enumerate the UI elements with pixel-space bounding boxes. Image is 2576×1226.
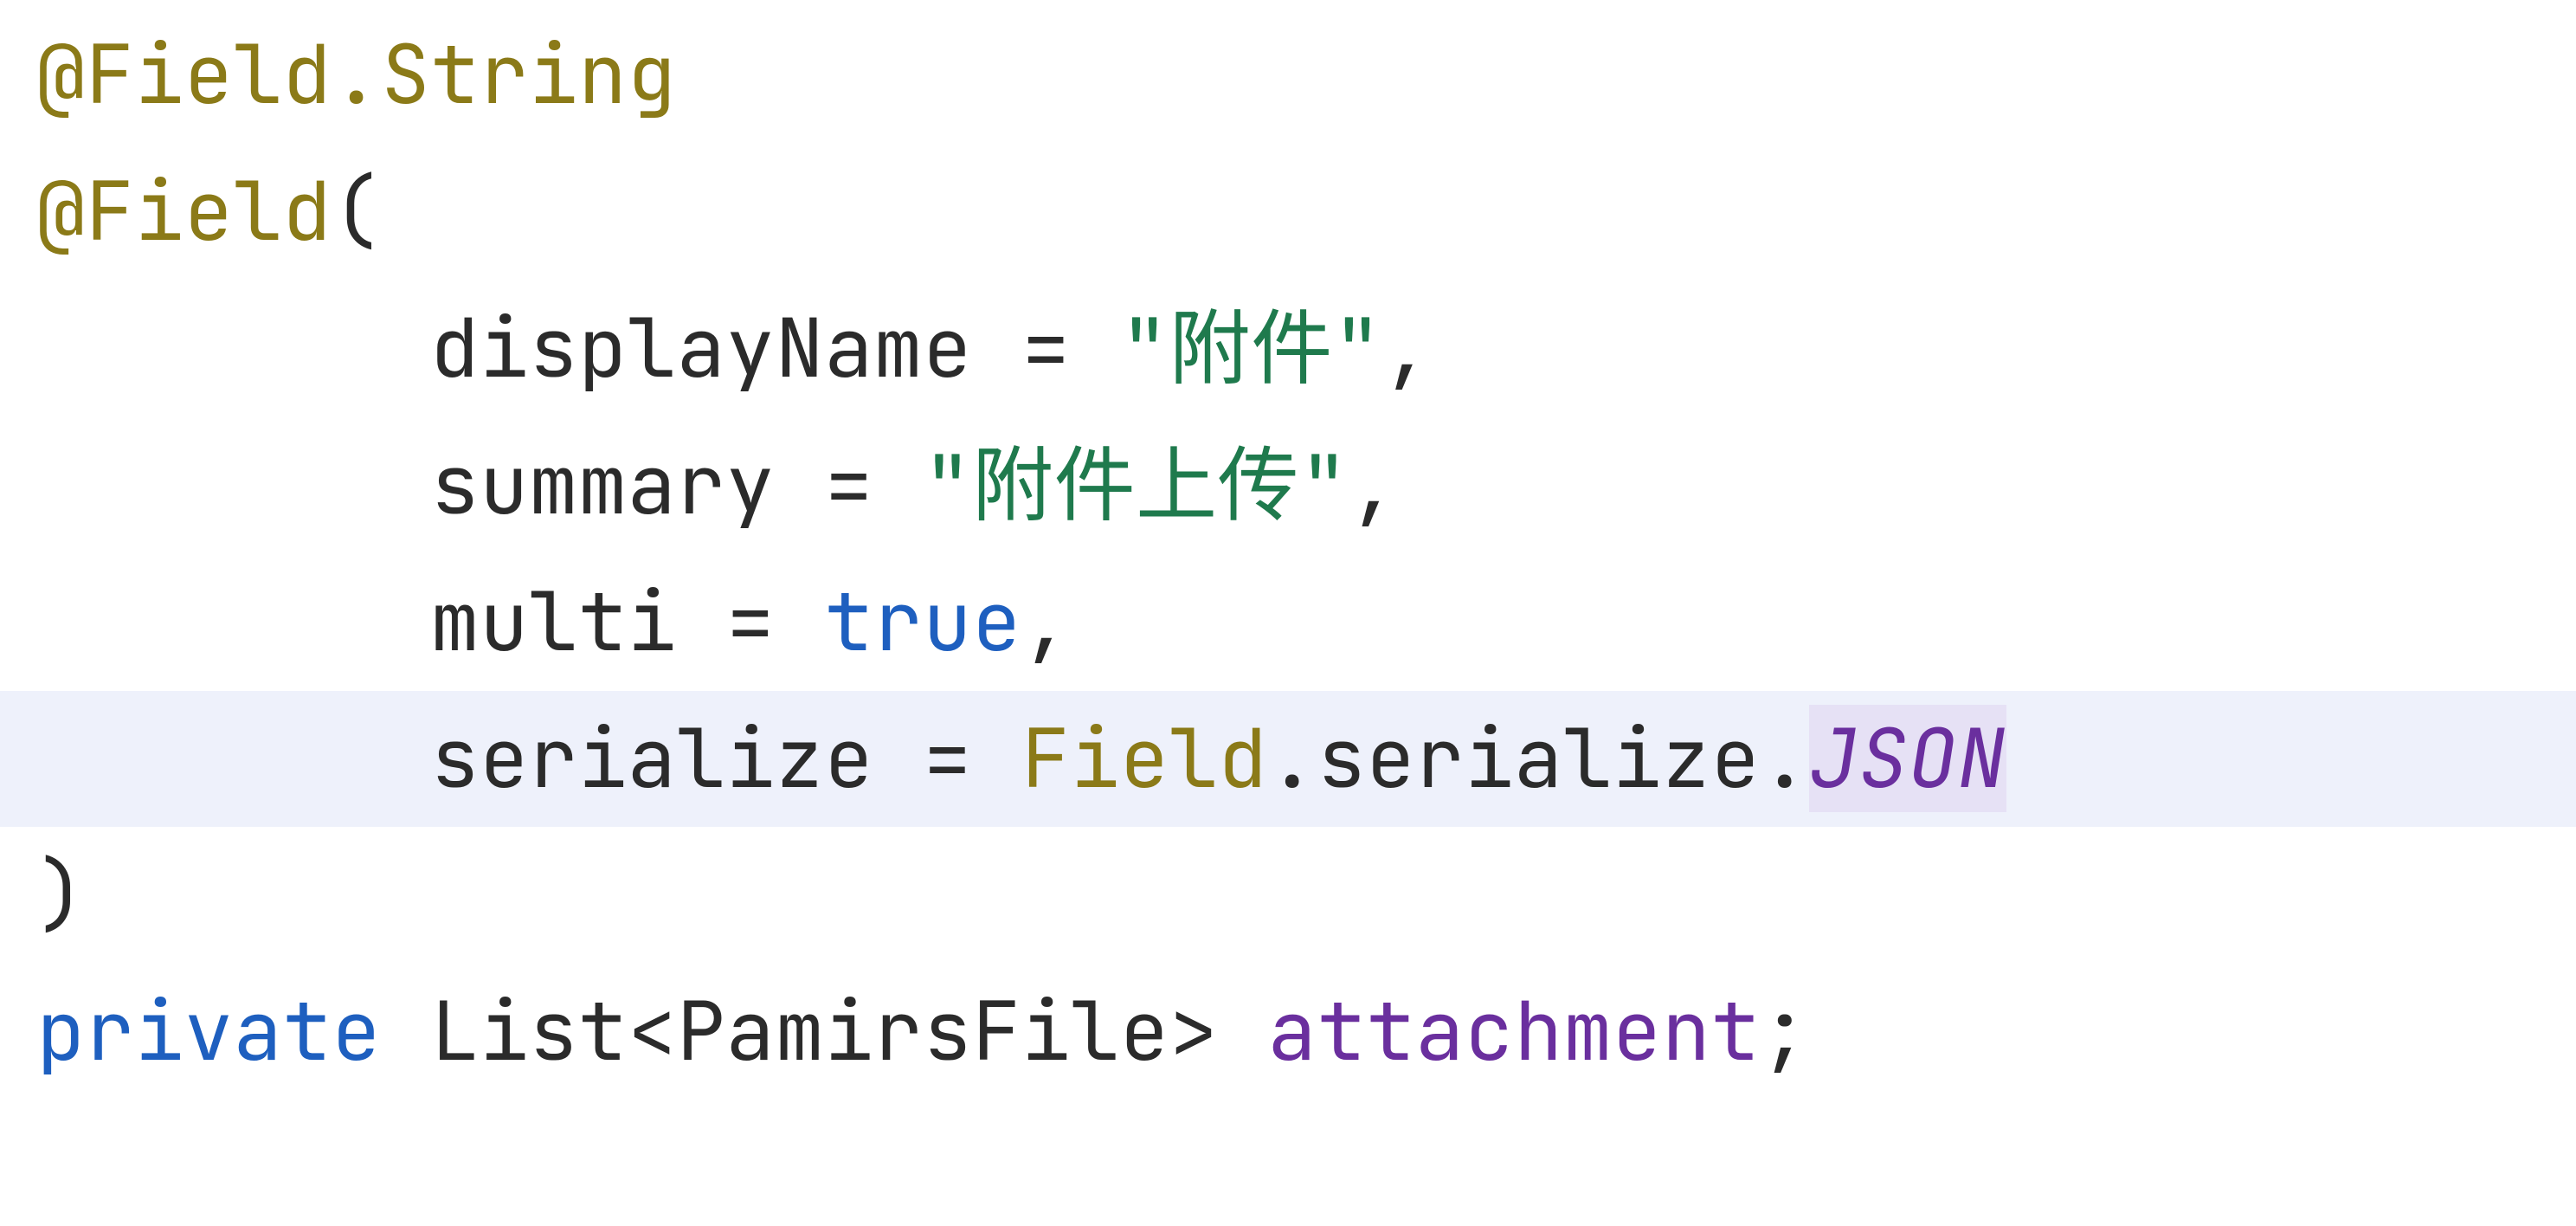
code-line-3: displayName = "附件", bbox=[36, 294, 1432, 402]
annotation-sub: String bbox=[381, 21, 676, 128]
code-line-8: private List<PamirsFile> attachment; bbox=[36, 978, 1809, 1085]
type-list: List bbox=[430, 978, 628, 1085]
paren-close: ) bbox=[36, 841, 86, 948]
param-name: multi bbox=[430, 568, 677, 675]
field-name: attachment bbox=[1268, 978, 1761, 1085]
param-name: summary bbox=[430, 431, 775, 539]
equals: = bbox=[873, 705, 1021, 812]
annotation-at: @ bbox=[36, 21, 86, 128]
code-editor[interactable]: @Field.String @Field( displayName = "附件"… bbox=[0, 0, 2576, 1100]
equals: = bbox=[776, 431, 924, 539]
paren-open: ( bbox=[332, 158, 381, 265]
keyword-private: private bbox=[36, 978, 381, 1085]
code-line-6-highlighted: serialize = Field.serialize.JSON bbox=[0, 691, 2576, 828]
comma: , bbox=[1382, 294, 1432, 402]
space bbox=[381, 978, 430, 1085]
comma: , bbox=[1021, 568, 1071, 675]
dot: . bbox=[332, 21, 381, 128]
equals: = bbox=[677, 568, 825, 675]
indent bbox=[36, 431, 430, 539]
annotation-name: Field bbox=[86, 21, 332, 128]
qualifier: Field bbox=[1021, 705, 1268, 812]
param-name: displayName bbox=[430, 294, 972, 402]
string-literal: "附件上传" bbox=[923, 431, 1349, 539]
angle-close: > bbox=[1169, 978, 1219, 1085]
annotation-name: Field bbox=[86, 158, 332, 265]
code-line-5: multi = true, bbox=[36, 568, 1071, 675]
string-literal: "附件" bbox=[1120, 294, 1382, 402]
code-line-2: @Field( bbox=[36, 158, 381, 265]
semicolon: ; bbox=[1761, 978, 1810, 1085]
keyword-true: true bbox=[824, 568, 1021, 675]
indent bbox=[36, 568, 430, 675]
space bbox=[1219, 978, 1268, 1085]
param-name: serialize bbox=[430, 705, 873, 812]
indent bbox=[36, 705, 430, 812]
dot: . bbox=[1761, 705, 1810, 812]
code-line-1: @Field.String bbox=[36, 21, 677, 128]
equals: = bbox=[972, 294, 1120, 402]
annotation-at: @ bbox=[36, 158, 86, 265]
indent bbox=[36, 294, 430, 402]
qualifier: serialize bbox=[1317, 705, 1760, 812]
comma: , bbox=[1349, 431, 1398, 539]
angle-open: < bbox=[628, 978, 677, 1085]
constant-json: JSON bbox=[1809, 705, 2006, 812]
code-line-7: ) bbox=[36, 841, 86, 948]
dot: . bbox=[1268, 705, 1317, 812]
code-line-4: summary = "附件上传", bbox=[36, 431, 1398, 539]
generic-type: PamirsFile bbox=[677, 978, 1169, 1085]
